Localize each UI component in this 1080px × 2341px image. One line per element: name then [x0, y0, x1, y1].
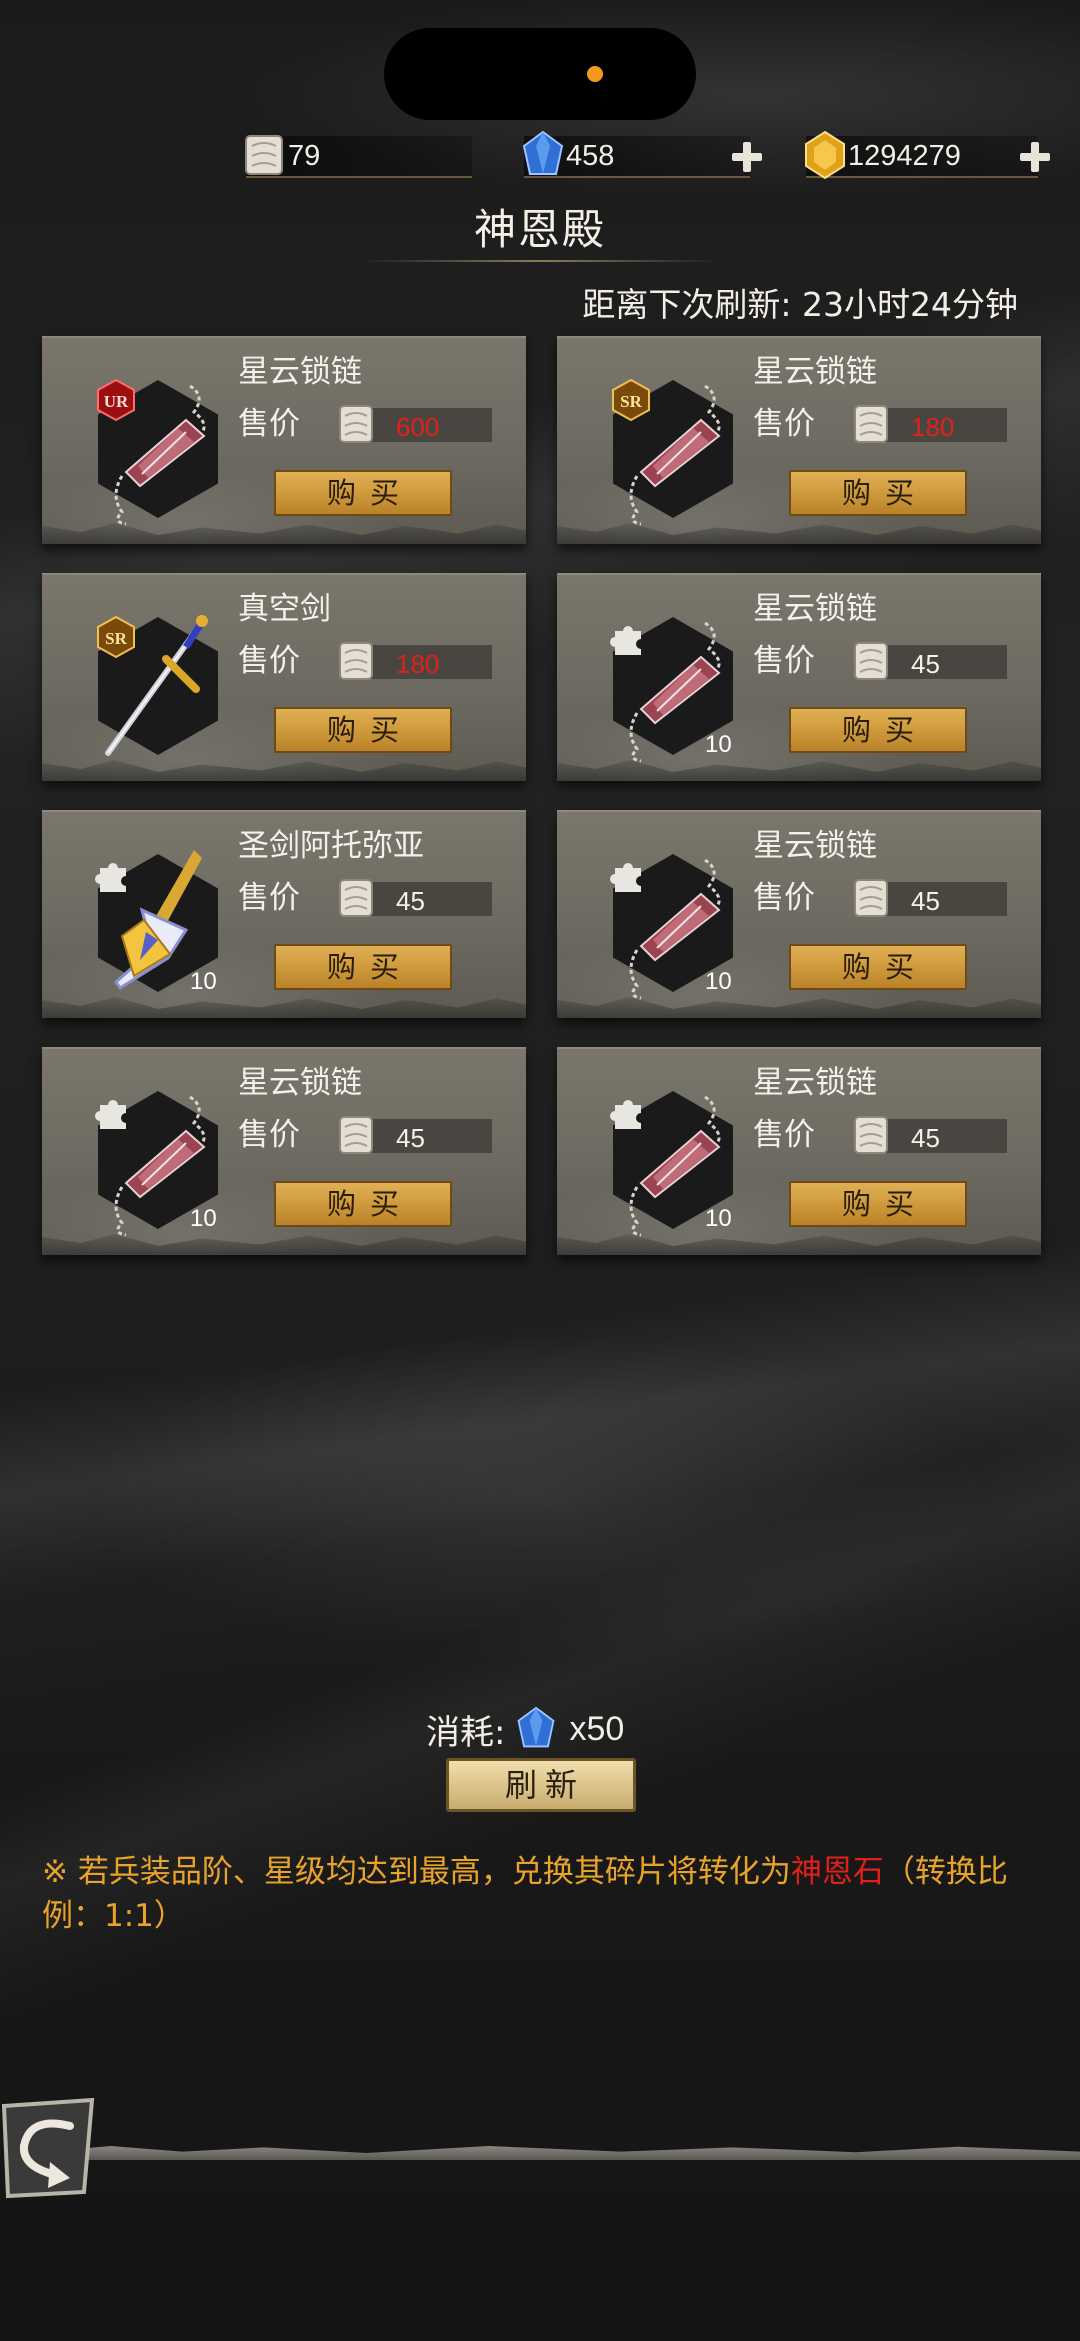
back-arrow-icon[interactable]	[0, 2096, 96, 2200]
item-price: 600	[396, 412, 440, 442]
buy-button[interactable]: 购买	[789, 470, 967, 516]
price-label: 售价	[238, 643, 300, 679]
title-divider	[360, 260, 720, 262]
price-label: 售价	[238, 880, 300, 916]
scroll-icon	[339, 642, 373, 680]
shop-item-card[interactable]: 10 星云锁链售价 45 购买	[557, 810, 1041, 1018]
refresh-cost: 消耗: x50	[426, 1704, 624, 1754]
svg-text:SR: SR	[105, 629, 127, 648]
buy-button[interactable]: 购买	[789, 1181, 967, 1227]
gem-icon	[517, 1706, 555, 1748]
privacy-indicator-dot	[587, 66, 603, 82]
conversion-note: ※ 若兵装品阶、星级均达到最高，兑换其碎片将转化为神恩石（转换比例：1:1）	[42, 1850, 1032, 1938]
gold-gem-icon	[805, 130, 845, 180]
item-price: 180	[396, 649, 440, 679]
shop-item-card[interactable]: 10 圣剑阿托弥亚 售价 45 购买	[42, 810, 526, 1018]
item-price: 45	[911, 1123, 940, 1153]
price-label: 售价	[238, 1117, 300, 1153]
item-price: 45	[911, 649, 940, 679]
buy-button[interactable]: 购买	[274, 1181, 452, 1227]
shop-item-card[interactable]: SR 星云锁链售价 180 购买	[557, 336, 1041, 544]
shop-item-card[interactable]: 10 星云锁链售价 45 购买	[42, 1047, 526, 1255]
scroll-icon	[854, 642, 888, 680]
buy-button[interactable]: 购买	[789, 944, 967, 990]
currency-scroll: 79	[245, 135, 472, 178]
shop-item-card[interactable]: 10 星云锁链售价 45 购买	[557, 1047, 1041, 1255]
add-gem-icon[interactable]	[730, 140, 764, 174]
fragment-puzzle-icon	[94, 1100, 126, 1129]
buy-button[interactable]: 购买	[789, 707, 967, 753]
page-title: 神恩殿	[473, 205, 606, 254]
scroll-icon	[339, 1116, 373, 1154]
fragment-puzzle-icon	[609, 1100, 641, 1129]
shop-item-card[interactable]: 10 星云锁链售价 45 购买	[557, 573, 1041, 781]
sr-rarity-icon: SR	[97, 615, 135, 659]
scroll-count: 79	[288, 139, 321, 172]
bottom-bar	[60, 2146, 1080, 2160]
scroll-icon	[245, 135, 283, 175]
shop-item-card[interactable]: UR 星云锁链售价 600 购买	[42, 336, 526, 544]
item-count: 10	[705, 1205, 732, 1232]
fragment-puzzle-icon	[609, 626, 641, 655]
item-name: 真空剑	[238, 591, 331, 627]
item-count: 10	[190, 968, 217, 995]
item-count: 10	[705, 968, 732, 995]
gem-count: 458	[566, 139, 615, 172]
currency-gem[interactable]: 458	[522, 130, 762, 178]
item-name: 星云锁链	[753, 1065, 877, 1101]
item-name: 星云锁链	[753, 354, 877, 390]
svg-text:SR: SR	[620, 392, 642, 411]
price-label: 售价	[753, 406, 815, 442]
note-highlight: 神恩石	[790, 1854, 884, 1890]
svg-text:UR: UR	[104, 392, 129, 411]
buy-button[interactable]: 购买	[274, 944, 452, 990]
refresh-button[interactable]: 刷新	[446, 1758, 636, 1812]
currency-gold[interactable]: 1294279	[805, 130, 1050, 180]
status-notch	[384, 28, 696, 120]
add-gold-icon[interactable]	[1018, 140, 1052, 174]
refresh-timer: 距离下次刷新: 23小时24分钟	[582, 285, 1018, 324]
scroll-icon	[854, 1116, 888, 1154]
fragment-puzzle-icon	[609, 863, 641, 892]
buy-button[interactable]: 购买	[274, 707, 452, 753]
item-name: 圣剑阿托弥亚	[238, 828, 424, 864]
scroll-icon	[854, 879, 888, 917]
item-name: 星云锁链	[753, 828, 877, 864]
shop-item-card[interactable]: SR 真空剑售价 180 购买	[42, 573, 526, 781]
scroll-icon	[854, 405, 888, 443]
cost-label: 消耗:	[426, 1712, 506, 1753]
item-name: 星云锁链	[238, 1065, 362, 1101]
gem-icon	[522, 130, 564, 175]
scroll-icon	[339, 405, 373, 443]
buy-button[interactable]: 购买	[274, 470, 452, 516]
item-name: 星云锁链	[753, 591, 877, 627]
note-prefix: ※ 若兵装品阶、星级均达到最高，兑换其碎片将转化为	[42, 1854, 791, 1890]
item-count: 10	[705, 731, 732, 758]
ur-rarity-icon: UR	[97, 378, 135, 422]
item-price: 45	[396, 886, 425, 916]
sr-rarity-icon: SR	[612, 378, 650, 422]
fragment-puzzle-icon	[94, 863, 126, 892]
price-label: 售价	[753, 880, 815, 916]
gold-count: 1294279	[848, 139, 961, 172]
item-price: 45	[396, 1123, 425, 1153]
price-label: 售价	[238, 406, 300, 442]
item-name: 星云锁链	[238, 354, 362, 390]
price-label: 售价	[753, 643, 815, 679]
item-price: 180	[911, 412, 955, 442]
scroll-icon	[339, 879, 373, 917]
cost-amount: x50	[569, 1709, 625, 1748]
price-label: 售价	[753, 1117, 815, 1153]
item-count: 10	[190, 1205, 217, 1232]
item-price: 45	[911, 886, 940, 916]
